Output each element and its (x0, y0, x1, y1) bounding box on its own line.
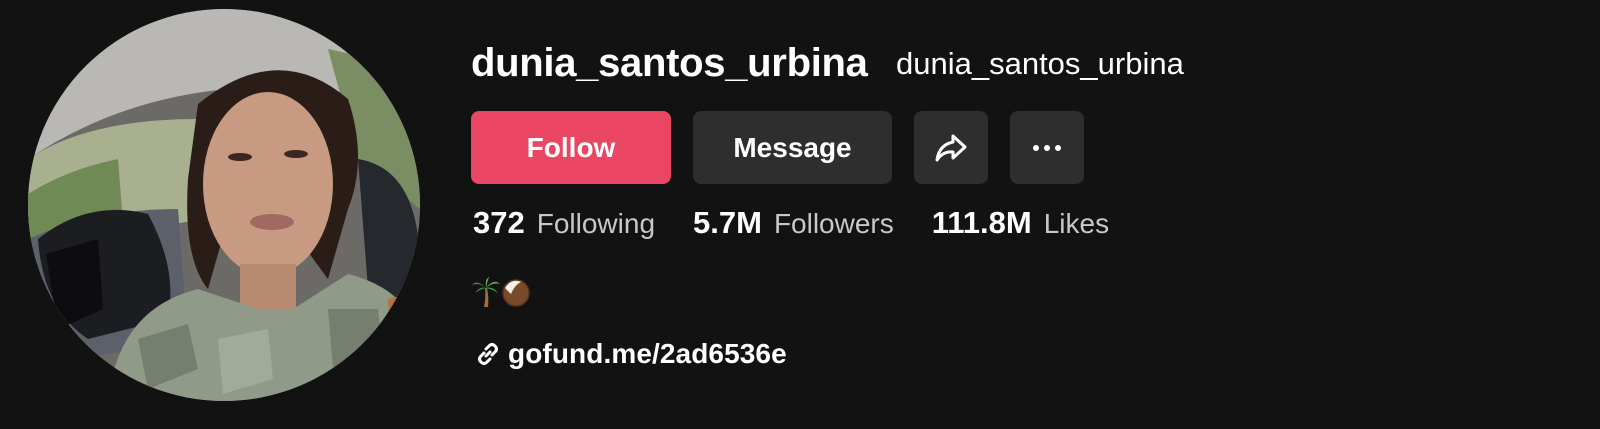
more-options-button[interactable] (1010, 111, 1084, 184)
share-arrow-icon (935, 134, 967, 161)
avatar[interactable] (28, 9, 420, 401)
profile-link-text: gofund.me/2ad6536e (508, 338, 787, 369)
profile-header: dunia_santos_urbina dunia_santos_urbina … (0, 0, 1600, 429)
more-dots-icon (1033, 144, 1061, 151)
avatar-photo-icon (28, 9, 420, 401)
likes-count: 111.8M (931, 205, 1032, 240)
profile-stats: 372 Following 5.7M Followers 111.8M Like… (473, 205, 1147, 241)
followers-label: Followers (773, 208, 894, 239)
profile-bio (471, 274, 531, 310)
share-button[interactable] (914, 111, 988, 184)
follow-button-label: Follow (526, 131, 616, 163)
likes-stat: 111.8M Likes (932, 205, 1109, 241)
coconut-icon (502, 279, 530, 307)
profile-username: dunia_santos_urbina (471, 41, 868, 85)
following-label: Following (536, 208, 656, 239)
message-button-label: Message (733, 131, 852, 163)
profile-nickname: dunia_santos_urbina (896, 46, 1184, 81)
profile-link[interactable]: gofund.me/2ad6536e (475, 338, 787, 370)
followers-stat[interactable]: 5.7M Followers (693, 205, 894, 241)
message-button[interactable]: Message (693, 111, 892, 184)
link-icon (478, 343, 498, 365)
palm-tree-icon (472, 277, 500, 307)
follow-button[interactable]: Follow (471, 111, 671, 184)
following-count: 372 (473, 205, 525, 240)
following-stat[interactable]: 372 Following (473, 205, 655, 241)
likes-label: Likes (1043, 208, 1110, 239)
followers-count: 5.7M (693, 205, 762, 240)
